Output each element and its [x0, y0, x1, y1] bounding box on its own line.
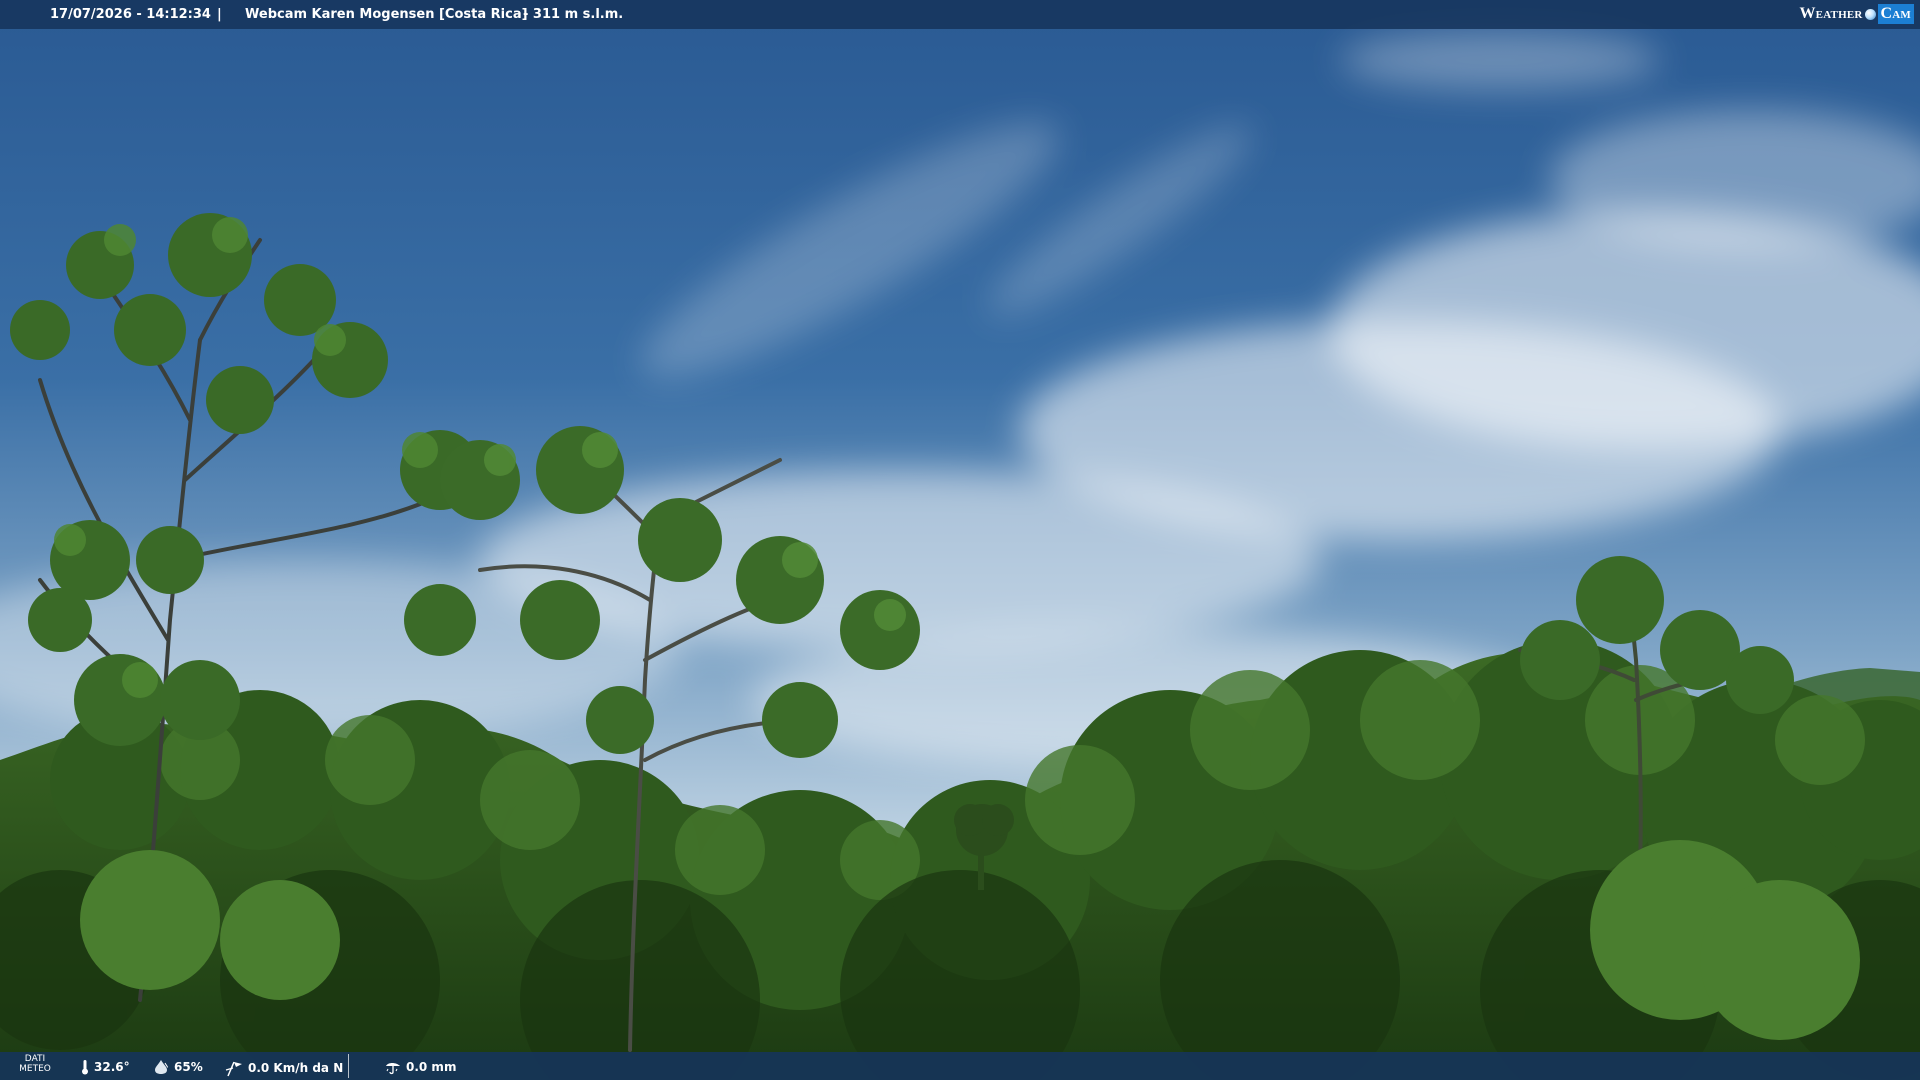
rain-reading: 0.0 mm — [384, 1059, 456, 1075]
top-info-bar: 17/07/2026 - 14:12:34 | Webcam Karen Mog… — [0, 0, 1920, 29]
wind-value: 0.0 Km/h da N — [248, 1061, 344, 1075]
rain-gauge-icon — [386, 1063, 400, 1075]
humidity-drop-icon — [155, 1060, 168, 1074]
altitude: - 311 m s.l.m. — [523, 7, 624, 22]
header-separator: | — [217, 7, 222, 22]
wind-reading: 0.0 Km/h da N — [224, 1059, 343, 1077]
weather-data-label: DATI METEO — [18, 1054, 52, 1074]
weather-data-label-line2: METEO — [19, 1064, 51, 1074]
bar-divider — [348, 1054, 349, 1078]
webcam-scene — [0, 0, 1920, 1080]
humidity-value: 65% — [174, 1060, 203, 1074]
temperature-value: 32.6° — [94, 1060, 130, 1074]
timestamp: 17/07/2026 - 14:12:34 — [50, 7, 211, 22]
rain-value: 0.0 mm — [406, 1060, 457, 1074]
wind-vane-icon — [225, 1061, 242, 1077]
logo-text-weather: Weather — [1799, 5, 1863, 22]
thermometer-icon — [82, 1060, 88, 1075]
weather-data-bar: DATI METEO 32.6° 65% 0.0 Km/h da N 0.0 m… — [0, 1052, 1920, 1080]
temperature-reading: 32.6° — [80, 1059, 130, 1075]
logo-text-cam: Cam — [1877, 4, 1914, 24]
logo-orb-icon — [1864, 8, 1876, 20]
camera-title: Webcam Karen Mogensen [Costa Rica] — [245, 7, 528, 22]
humidity-reading: 65% — [152, 1059, 203, 1075]
weathercam-logo: Weather Cam — [1799, 3, 1914, 25]
weather-data-label-line1: DATI — [24, 1054, 46, 1064]
webcam-frame: 17/07/2026 - 14:12:34 | Webcam Karen Mog… — [0, 0, 1920, 1080]
